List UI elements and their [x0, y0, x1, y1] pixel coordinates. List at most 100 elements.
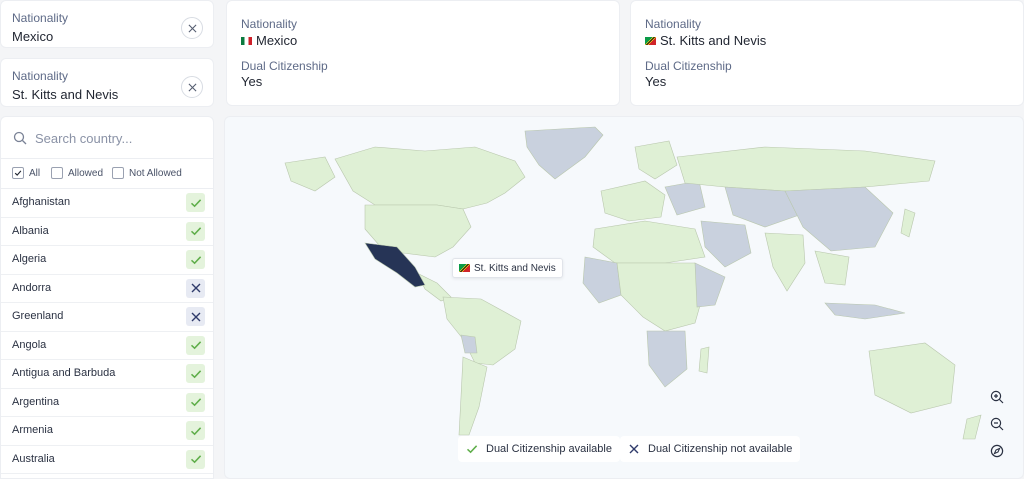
country-name: Algeria [12, 253, 47, 265]
allowed-badge [186, 193, 205, 212]
nationality-card-1[interactable]: Nationality Mexico [0, 0, 214, 48]
check-icon [190, 455, 201, 464]
country-name: Angola [12, 338, 47, 351]
info-nationality-text: Mexico [256, 33, 298, 48]
country-central-africa[interactable] [616, 262, 704, 332]
country-name: Andorra [12, 281, 52, 294]
country-japan[interactable] [900, 208, 916, 238]
country-russia[interactable] [676, 146, 936, 192]
country-row[interactable]: Australia [1, 446, 213, 474]
filter-all[interactable]: All [12, 167, 40, 179]
allowed-badge [186, 221, 205, 241]
country-alaska[interactable] [284, 156, 336, 192]
allowed-badge [186, 421, 205, 440]
allowed-badge [186, 449, 205, 469]
country-brazil[interactable] [442, 296, 522, 366]
legend-not-available: Dual Citizenship not available [620, 436, 801, 462]
country-row[interactable]: Argentina [1, 389, 213, 417]
country-row[interactable]: Antigua and Barbuda [1, 360, 213, 389]
allowed-badge [186, 364, 205, 383]
nationality-value: St. Kitts and Nevis [12, 87, 119, 102]
country-search [1, 117, 213, 159]
country-name: Australia [12, 452, 55, 465]
country-indonesia[interactable] [824, 302, 906, 320]
country-new-zealand[interactable] [962, 414, 982, 440]
country-list-panel: All Allowed Not Allowed Afghanistan Alban… [0, 116, 214, 479]
country-madagascar[interactable] [698, 346, 710, 374]
country-canada[interactable] [334, 146, 526, 210]
country-west-africa[interactable] [582, 256, 622, 304]
zoom-out-button[interactable] [987, 414, 1007, 434]
cross-icon [191, 283, 200, 293]
info-nationality-text: St. Kitts and Nevis [660, 33, 767, 48]
country-eastern-europe[interactable] [664, 180, 706, 216]
country-row[interactable]: Greenland [1, 303, 213, 332]
country-europe-west[interactable] [600, 180, 666, 222]
info-dual-value: Yes [241, 74, 263, 89]
filter-all-checkbox[interactable] [12, 167, 24, 179]
info-nationality-label: Nationality [645, 17, 702, 31]
filter-allowed[interactable]: Allowed [51, 167, 103, 179]
country-east-africa[interactable] [694, 262, 726, 308]
filter-label: Allowed [68, 167, 104, 179]
not-allowed-badge [186, 278, 205, 298]
world-map[interactable] [224, 116, 1024, 479]
country-australia[interactable] [868, 342, 956, 414]
info-nationality-label: Nationality [241, 17, 298, 31]
compass-icon [990, 444, 1004, 458]
allowed-badge [186, 250, 205, 269]
filter-not-allowed-checkbox[interactable] [112, 167, 124, 179]
page: Nationality Mexico Nationality St. Kitts… [0, 0, 1024, 479]
country-name: Afghanistan [12, 196, 71, 208]
country-name: Antigua and Barbuda [12, 367, 116, 379]
cross-icon [191, 312, 200, 321]
zoom-out-icon [990, 417, 1004, 431]
filter-allowed-checkbox[interactable] [51, 167, 63, 179]
country-central-america[interactable] [416, 272, 452, 302]
close-icon [188, 24, 196, 32]
nationality-card-2[interactable]: Nationality St. Kitts and Nevis [0, 58, 214, 107]
filter-not-allowed[interactable]: Not Allowed [112, 167, 182, 179]
zoom-in-button[interactable] [987, 387, 1007, 407]
country-name: Armenia [12, 424, 53, 436]
info-dual-label: Dual Citizenship [241, 59, 328, 73]
zoom-in-icon [990, 390, 1004, 404]
country-row[interactable]: Afghanistan [1, 189, 213, 218]
tooltip-text: St. Kitts and Nevis [474, 262, 556, 274]
world-map-svg[interactable] [225, 117, 1024, 479]
check-icon [190, 426, 201, 435]
country-row[interactable]: Angola [1, 332, 213, 360]
check-icon [466, 445, 478, 454]
check-icon [14, 170, 22, 176]
country-middle-east[interactable] [700, 220, 752, 268]
country-row[interactable]: Algeria [1, 246, 213, 275]
search-input[interactable] [35, 127, 205, 149]
country-row[interactable]: Albania [1, 218, 213, 246]
country-argentina[interactable] [458, 356, 488, 436]
country-southern-africa[interactable] [646, 330, 688, 388]
legend-not-available-label: Dual Citizenship not available [648, 443, 793, 455]
info-dual-value: Yes [645, 74, 667, 89]
clear-nationality-button[interactable] [181, 17, 203, 39]
check-icon [190, 398, 201, 407]
check-icon [190, 369, 201, 378]
compass-button[interactable] [987, 441, 1007, 461]
country-southeast-asia[interactable] [814, 250, 850, 286]
clear-nationality-button[interactable] [181, 76, 203, 98]
country-india[interactable] [764, 232, 806, 292]
filter-label: All [29, 167, 41, 179]
country-north-africa[interactable] [592, 220, 706, 264]
country-bolivia[interactable] [460, 334, 478, 354]
allowed-badge [186, 392, 205, 412]
country-row[interactable]: Armenia [1, 417, 213, 446]
country-row[interactable]: Andorra [1, 275, 213, 303]
legend-available: Dual Citizenship available [458, 436, 620, 462]
map-tooltip: St. Kitts and Nevis [452, 258, 563, 278]
info-nationality-value: Mexico [241, 33, 297, 48]
country-greenland[interactable] [524, 126, 604, 180]
mexico-flag-icon [241, 36, 252, 45]
check-icon [190, 255, 201, 264]
info-dual-label: Dual Citizenship [645, 59, 732, 73]
country-scandinavia[interactable] [634, 140, 678, 180]
close-icon [188, 83, 196, 91]
